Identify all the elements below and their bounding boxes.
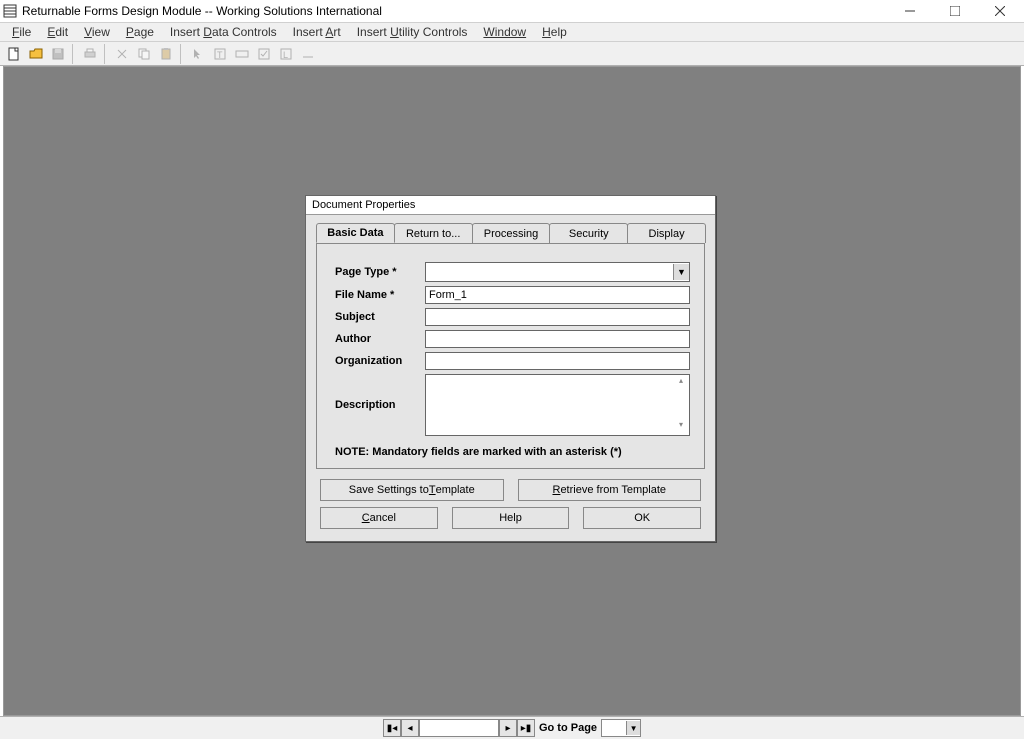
- prev-page-button[interactable]: ◂: [401, 719, 419, 737]
- label-page-type: Page Type *: [335, 266, 425, 278]
- text-tool-icon[interactable]: T: [210, 44, 230, 64]
- document-properties-dialog: Document Properties Basic Data Return to…: [305, 195, 716, 542]
- ok-button[interactable]: OK: [583, 507, 701, 529]
- tab-display[interactable]: Display: [627, 223, 706, 243]
- tab-basic-data[interactable]: Basic Data: [316, 223, 395, 243]
- svg-text:T: T: [217, 50, 223, 60]
- scroll-up-icon[interactable]: ▴: [674, 376, 688, 390]
- close-button[interactable]: [977, 0, 1022, 22]
- next-page-button[interactable]: ▸: [499, 719, 517, 737]
- menu-file[interactable]: File: [4, 23, 39, 41]
- menu-insert-utility-controls[interactable]: Insert Utility Controls: [349, 23, 476, 41]
- field-tool-icon[interactable]: [232, 44, 252, 64]
- tab-panel-basic-data: Page Type * ▼ File Name * Subject Author…: [316, 243, 705, 469]
- menu-view[interactable]: View: [76, 23, 118, 41]
- toolbar-separator: [180, 44, 184, 64]
- mandatory-note: NOTE: Mandatory fields are marked with a…: [335, 446, 690, 458]
- svg-text:L: L: [283, 50, 288, 60]
- toolbar-separator: [104, 44, 108, 64]
- save-icon[interactable]: [48, 44, 68, 64]
- dialog-tabs: Basic Data Return to... Processing Secur…: [306, 215, 715, 243]
- retrieve-from-template-button[interactable]: Retrieve from Template: [518, 479, 702, 501]
- cut-icon[interactable]: [112, 44, 132, 64]
- label-tool-icon[interactable]: L: [276, 44, 296, 64]
- current-page-input[interactable]: [419, 719, 499, 737]
- page-type-select[interactable]: ▼: [425, 262, 690, 282]
- last-page-button[interactable]: ▸▮: [517, 719, 535, 737]
- toolbar: T L: [0, 42, 1024, 66]
- page-navigator: ▮◂ ◂ ▸ ▸▮ Go to Page ▼: [383, 719, 641, 737]
- tab-processing[interactable]: Processing: [472, 223, 551, 243]
- menu-edit[interactable]: Edit: [39, 23, 76, 41]
- maximize-button[interactable]: [932, 0, 977, 22]
- dropdown-arrow-icon: ▼: [626, 721, 640, 735]
- subject-input[interactable]: [425, 308, 690, 326]
- menu-page[interactable]: Page: [118, 23, 162, 41]
- print-icon[interactable]: [80, 44, 100, 64]
- goto-page-label: Go to Page: [539, 722, 597, 734]
- window-title: Returnable Forms Design Module -- Workin…: [22, 4, 887, 18]
- minimize-button[interactable]: [887, 0, 932, 22]
- scroll-down-icon[interactable]: ▾: [674, 420, 688, 434]
- dropdown-arrow-icon: ▼: [673, 264, 689, 280]
- status-bar: ▮◂ ◂ ▸ ▸▮ Go to Page ▼: [0, 716, 1024, 739]
- label-organization: Organization: [335, 355, 425, 367]
- cancel-button[interactable]: Cancel: [320, 507, 438, 529]
- file-name-input[interactable]: [425, 286, 690, 304]
- label-file-name: File Name *: [335, 289, 425, 301]
- author-input[interactable]: [425, 330, 690, 348]
- pointer-icon[interactable]: [188, 44, 208, 64]
- new-icon[interactable]: [4, 44, 24, 64]
- goto-page-select[interactable]: ▼: [601, 719, 641, 737]
- title-bar: Returnable Forms Design Module -- Workin…: [0, 0, 1024, 22]
- line-tool-icon[interactable]: [298, 44, 318, 64]
- help-button[interactable]: Help: [452, 507, 570, 529]
- label-author: Author: [335, 333, 425, 345]
- menu-insert-data-controls[interactable]: Insert Data Controls: [162, 23, 285, 41]
- label-description: Description: [335, 399, 425, 411]
- copy-icon[interactable]: [134, 44, 154, 64]
- paste-icon[interactable]: [156, 44, 176, 64]
- description-textarea[interactable]: ▴ ▾: [425, 374, 690, 436]
- menu-insert-art[interactable]: Insert Art: [285, 23, 349, 41]
- first-page-button[interactable]: ▮◂: [383, 719, 401, 737]
- window-controls: [887, 0, 1022, 22]
- dialog-title: Document Properties: [306, 196, 715, 215]
- menu-help[interactable]: Help: [534, 23, 575, 41]
- organization-input[interactable]: [425, 352, 690, 370]
- menu-bar: File Edit View Page Insert Data Controls…: [0, 22, 1024, 42]
- label-subject: Subject: [335, 311, 425, 323]
- checkbox-tool-icon[interactable]: [254, 44, 274, 64]
- tab-security[interactable]: Security: [549, 223, 628, 243]
- menu-window[interactable]: Window: [475, 23, 534, 41]
- toolbar-separator: [72, 44, 76, 64]
- app-icon: [2, 3, 18, 19]
- tab-return-to[interactable]: Return to...: [394, 223, 473, 243]
- open-icon[interactable]: [26, 44, 46, 64]
- save-settings-to-template-button[interactable]: Save Settings to Template: [320, 479, 504, 501]
